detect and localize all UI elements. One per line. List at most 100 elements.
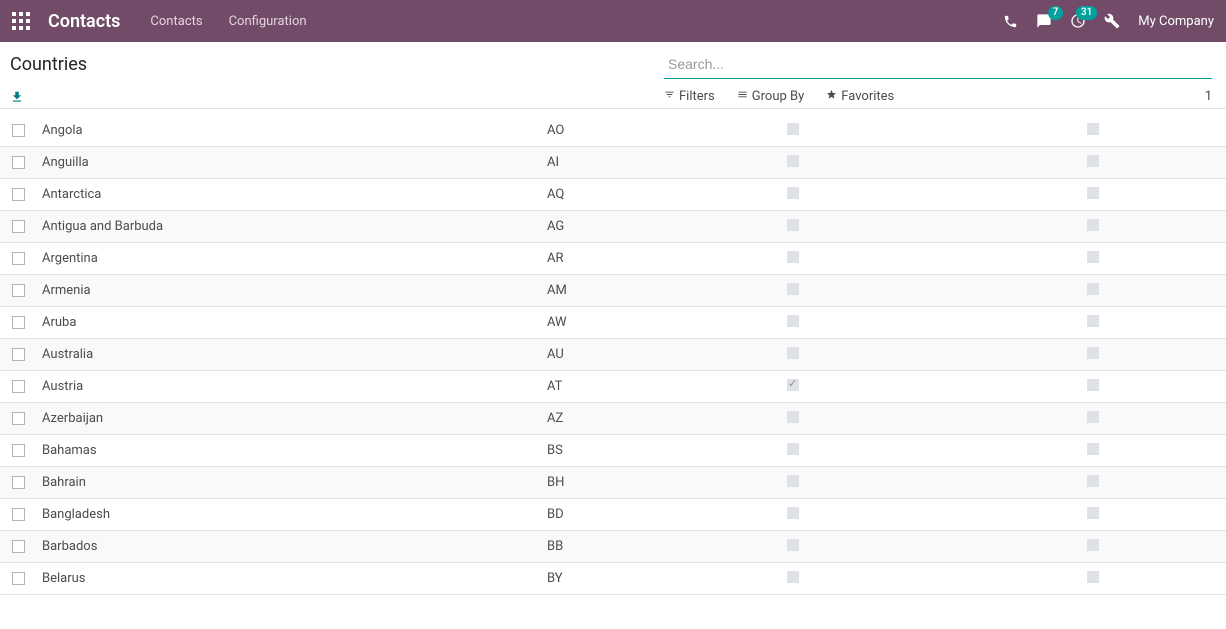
row-select-cell bbox=[0, 315, 36, 330]
bool-col-1 bbox=[781, 123, 1081, 139]
bool-col-2 bbox=[1081, 571, 1226, 587]
bool-indicator bbox=[787, 187, 799, 199]
messages-icon[interactable]: 7 bbox=[1036, 13, 1052, 29]
table-row[interactable]: BahamasBS bbox=[0, 435, 1226, 467]
row-checkbox[interactable] bbox=[12, 316, 25, 329]
row-checkbox[interactable] bbox=[12, 284, 25, 297]
nav-link-contacts[interactable]: Contacts bbox=[146, 8, 206, 35]
bool-col-2 bbox=[1081, 283, 1226, 299]
table-row[interactable]: AzerbaijanAZ bbox=[0, 403, 1226, 435]
bool-indicator bbox=[787, 219, 799, 231]
country-name: Armenia bbox=[36, 283, 541, 298]
bool-indicator bbox=[1087, 187, 1099, 199]
bool-indicator bbox=[787, 283, 799, 295]
table-row[interactable]: ArgentinaAR bbox=[0, 243, 1226, 275]
row-checkbox[interactable] bbox=[12, 124, 25, 137]
filters-label: Filters bbox=[679, 89, 715, 104]
bool-col-2 bbox=[1081, 251, 1226, 267]
row-checkbox[interactable] bbox=[12, 572, 25, 585]
bool-col-1 bbox=[781, 571, 1081, 587]
bool-indicator bbox=[1087, 475, 1099, 487]
row-select-cell bbox=[0, 539, 36, 554]
row-select-cell bbox=[0, 219, 36, 234]
row-checkbox[interactable] bbox=[12, 348, 25, 361]
bool-col-1 bbox=[781, 443, 1081, 459]
search-options: Filters Group By Favorites 1 bbox=[664, 89, 1212, 104]
groupby-button[interactable]: Group By bbox=[737, 89, 805, 104]
row-select-cell bbox=[0, 347, 36, 362]
row-checkbox[interactable] bbox=[12, 220, 25, 233]
row-select-cell bbox=[0, 283, 36, 298]
row-checkbox[interactable] bbox=[12, 252, 25, 265]
row-checkbox[interactable] bbox=[12, 412, 25, 425]
bool-col-1 bbox=[781, 219, 1081, 235]
debug-icon[interactable] bbox=[1104, 13, 1120, 29]
row-checkbox[interactable] bbox=[12, 380, 25, 393]
table-row[interactable]: AustriaAT bbox=[0, 371, 1226, 403]
nav-link-configuration[interactable]: Configuration bbox=[225, 8, 311, 35]
bool-col-2 bbox=[1081, 379, 1226, 395]
row-select-cell bbox=[0, 187, 36, 202]
bool-col-2 bbox=[1081, 475, 1226, 491]
search-container bbox=[664, 52, 1212, 79]
bool-indicator bbox=[1087, 507, 1099, 519]
table-row[interactable]: AnguillaAI bbox=[0, 147, 1226, 179]
bool-indicator bbox=[787, 443, 799, 455]
table-row[interactable]: BarbadosBB bbox=[0, 531, 1226, 563]
favorites-label: Favorites bbox=[841, 89, 894, 104]
table-row[interactable]: BelarusBY bbox=[0, 563, 1226, 595]
table-row[interactable]: ArmeniaAM bbox=[0, 275, 1226, 307]
apps-icon[interactable] bbox=[12, 12, 30, 30]
row-checkbox[interactable] bbox=[12, 540, 25, 553]
table-row[interactable]: AngolaAO bbox=[0, 115, 1226, 147]
country-name: Belarus bbox=[36, 571, 541, 586]
table-row[interactable]: Antigua and BarbudaAG bbox=[0, 211, 1226, 243]
country-code: BD bbox=[541, 507, 781, 522]
navbar: Contacts Contacts Configuration 7 31 My … bbox=[0, 0, 1226, 42]
bool-indicator bbox=[787, 315, 799, 327]
table-row[interactable]: BangladeshBD bbox=[0, 499, 1226, 531]
row-select-cell bbox=[0, 571, 36, 586]
company-selector[interactable]: My Company bbox=[1138, 14, 1214, 29]
groupby-label: Group By bbox=[752, 89, 805, 104]
row-checkbox[interactable] bbox=[12, 508, 25, 521]
bool-col-1 bbox=[781, 475, 1081, 491]
bool-indicator bbox=[787, 475, 799, 487]
country-code: AW bbox=[541, 315, 781, 330]
bool-indicator bbox=[787, 123, 799, 135]
table-row[interactable]: ArubaAW bbox=[0, 307, 1226, 339]
row-select-cell bbox=[0, 443, 36, 458]
filters-button[interactable]: Filters bbox=[664, 89, 715, 104]
phone-icon[interactable] bbox=[1003, 14, 1018, 29]
bool-indicator bbox=[787, 507, 799, 519]
country-code: AI bbox=[541, 155, 781, 170]
bool-col-1 bbox=[781, 379, 1081, 395]
export-icon[interactable] bbox=[10, 90, 24, 104]
country-name: Bahamas bbox=[36, 443, 541, 458]
bool-indicator bbox=[787, 571, 799, 583]
bool-col-2 bbox=[1081, 219, 1226, 235]
bool-indicator bbox=[1087, 571, 1099, 583]
country-name: Azerbaijan bbox=[36, 411, 541, 426]
row-checkbox[interactable] bbox=[12, 476, 25, 489]
activities-icon[interactable]: 31 bbox=[1070, 13, 1086, 29]
messages-badge: 7 bbox=[1048, 6, 1064, 20]
table-row[interactable]: BahrainBH bbox=[0, 467, 1226, 499]
bool-col-2 bbox=[1081, 347, 1226, 363]
country-code: AZ bbox=[541, 411, 781, 426]
bool-col-1 bbox=[781, 187, 1081, 203]
table-row[interactable]: AustraliaAU bbox=[0, 339, 1226, 371]
bool-col-2 bbox=[1081, 123, 1226, 139]
row-checkbox[interactable] bbox=[12, 188, 25, 201]
row-select-cell bbox=[0, 411, 36, 426]
app-brand[interactable]: Contacts bbox=[48, 11, 120, 32]
row-checkbox[interactable] bbox=[12, 156, 25, 169]
row-checkbox[interactable] bbox=[12, 444, 25, 457]
country-name: Bahrain bbox=[36, 475, 541, 490]
favorites-button[interactable]: Favorites bbox=[826, 89, 894, 104]
table-row[interactable]: AntarcticaAQ bbox=[0, 179, 1226, 211]
country-name: Antigua and Barbuda bbox=[36, 219, 541, 234]
pager[interactable]: 1 bbox=[1205, 89, 1212, 104]
search-input[interactable] bbox=[664, 52, 1212, 79]
bool-indicator bbox=[1087, 283, 1099, 295]
